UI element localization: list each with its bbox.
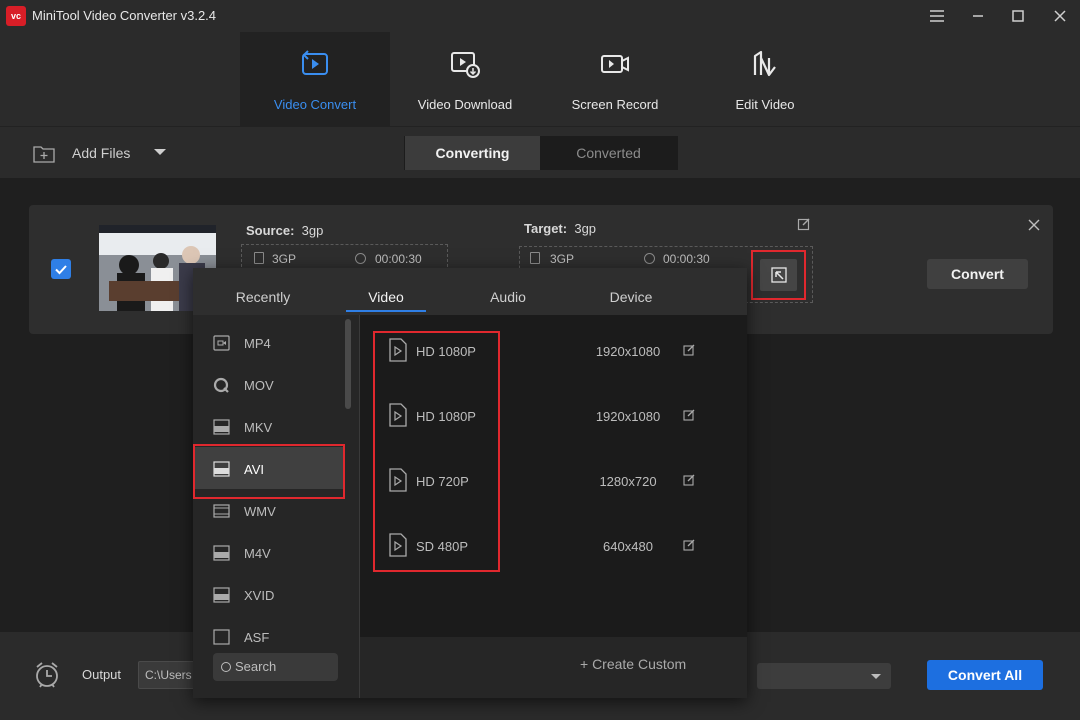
chevron-down-icon — [871, 674, 881, 679]
tab-device[interactable]: Device — [581, 268, 681, 315]
source-box-format: 3GP — [272, 252, 297, 266]
format-label: MOV — [244, 378, 274, 393]
maximize-icon[interactable] — [1008, 6, 1028, 26]
format-list-scrollbar[interactable] — [345, 319, 351, 409]
edit-icon[interactable] — [683, 539, 695, 551]
nav-label: Edit Video — [735, 97, 795, 112]
select-target-format-inner — [760, 259, 797, 291]
app-logo: vc — [6, 6, 26, 26]
format-search[interactable]: Search — [213, 653, 338, 681]
format-label: XVID — [244, 588, 275, 603]
resolution-highlight-box — [373, 331, 500, 572]
format-label: MP4 — [244, 336, 271, 351]
avi-highlight-box — [193, 444, 345, 499]
popup-footer: + Create Custom — [360, 637, 747, 698]
screen-record-icon — [599, 48, 631, 80]
clock-icon — [644, 253, 655, 264]
mov-icon — [213, 377, 229, 393]
nav-label: Screen Record — [571, 97, 659, 112]
add-file-icon[interactable] — [33, 143, 55, 163]
menu-icon[interactable] — [927, 6, 947, 26]
add-files-button[interactable]: Add Files — [72, 145, 130, 161]
xvid-icon — [213, 587, 230, 603]
title-bar: vc MiniTool Video Converter v3.2.4 — [0, 0, 1080, 32]
resolution-value: 1920x1080 — [595, 344, 661, 359]
convert-button[interactable]: Convert — [927, 259, 1028, 289]
view-tabs: Converting Converted — [404, 136, 678, 170]
nav-video-download[interactable]: Video Download — [390, 32, 540, 126]
format-popup: Recently Video Audio Device MP4 MOV MKV … — [193, 268, 747, 698]
tab-recently[interactable]: Recently — [213, 268, 313, 315]
tab-audio[interactable]: Audio — [458, 268, 558, 315]
file-icon — [254, 252, 264, 264]
nav-label: Video Convert — [273, 97, 357, 112]
edit-video-icon — [749, 48, 781, 80]
format-category-tabs: Recently Video Audio Device — [193, 268, 747, 315]
chevron-down-icon[interactable] — [154, 149, 166, 155]
edit-target-icon[interactable] — [797, 217, 811, 231]
convert-all-button[interactable]: Convert All — [927, 660, 1043, 690]
wmv-icon — [213, 504, 230, 518]
tab-converted[interactable]: Converted — [541, 136, 676, 170]
m4v-icon — [213, 545, 230, 561]
video-convert-icon — [299, 48, 331, 80]
search-placeholder: Search — [235, 659, 277, 674]
target-duration: 00:00:30 — [663, 252, 710, 266]
format-item-asf[interactable]: ASF — [193, 615, 343, 657]
edit-icon[interactable] — [683, 409, 695, 421]
select-target-format-button[interactable] — [751, 250, 806, 300]
format-item-mp4[interactable]: MP4 — [193, 321, 343, 363]
edit-icon[interactable] — [683, 474, 695, 486]
output-dropdown[interactable] — [757, 663, 891, 689]
output-label: Output — [82, 667, 122, 682]
format-item-mov[interactable]: MOV — [193, 363, 343, 405]
format-item-m4v[interactable]: M4V — [193, 531, 343, 573]
tab-video[interactable]: Video — [336, 268, 436, 315]
check-icon — [55, 265, 67, 275]
target-label: Target: — [524, 221, 568, 236]
nav-screen-record[interactable]: Screen Record — [540, 32, 690, 126]
clock-icon — [355, 253, 366, 264]
mp4-icon — [213, 335, 230, 351]
target-format: 3gp — [574, 221, 597, 236]
close-icon[interactable] — [1050, 6, 1070, 26]
format-list: MP4 MOV MKV AVI WMV M4V XVID ASF Search — [193, 315, 359, 698]
minimize-icon[interactable] — [968, 6, 988, 26]
toolbar: Add Files Converting Converted — [0, 126, 1080, 178]
format-label: WMV — [244, 504, 276, 519]
nav-video-convert[interactable]: Video Convert — [240, 32, 390, 126]
output-path-field[interactable]: C:\Users — [138, 661, 198, 689]
format-item-mkv[interactable]: MKV — [193, 405, 343, 447]
format-label: M4V — [244, 546, 271, 561]
search-icon — [221, 662, 231, 672]
video-download-icon — [449, 48, 481, 80]
nav-label: Video Download — [417, 97, 513, 112]
app-title: MiniTool Video Converter v3.2.4 — [32, 8, 217, 23]
source-duration: 00:00:30 — [375, 252, 422, 266]
schedule-icon[interactable] — [34, 661, 60, 689]
file-icon — [530, 252, 540, 264]
tab-converting[interactable]: Converting — [405, 136, 540, 170]
nav-edit-video[interactable]: Edit Video — [690, 32, 840, 126]
resolution-value: 640x480 — [603, 539, 653, 554]
asf-icon — [213, 629, 230, 645]
source-label: Source: — [246, 223, 295, 238]
format-label: MKV — [244, 420, 273, 435]
file-checkbox[interactable] — [51, 259, 71, 279]
target-info: Target: 3gp — [524, 221, 596, 236]
resolution-value: 1280x720 — [599, 474, 657, 489]
resolution-value: 1920x1080 — [595, 409, 661, 424]
target-box-format: 3GP — [550, 252, 575, 266]
edit-icon[interactable] — [683, 344, 695, 356]
source-info: Source: 3gp — [246, 223, 323, 238]
select-format-icon — [771, 267, 787, 283]
source-format: 3gp — [301, 223, 324, 238]
mkv-icon — [213, 419, 230, 435]
remove-file-icon[interactable] — [1027, 218, 1041, 232]
format-label: ASF — [244, 630, 270, 645]
create-custom-button[interactable]: + Create Custom — [580, 656, 686, 672]
format-item-xvid[interactable]: XVID — [193, 573, 343, 615]
main-nav: Video Convert Video Download Screen Reco… — [0, 32, 1080, 126]
active-tab-indicator — [346, 310, 426, 312]
